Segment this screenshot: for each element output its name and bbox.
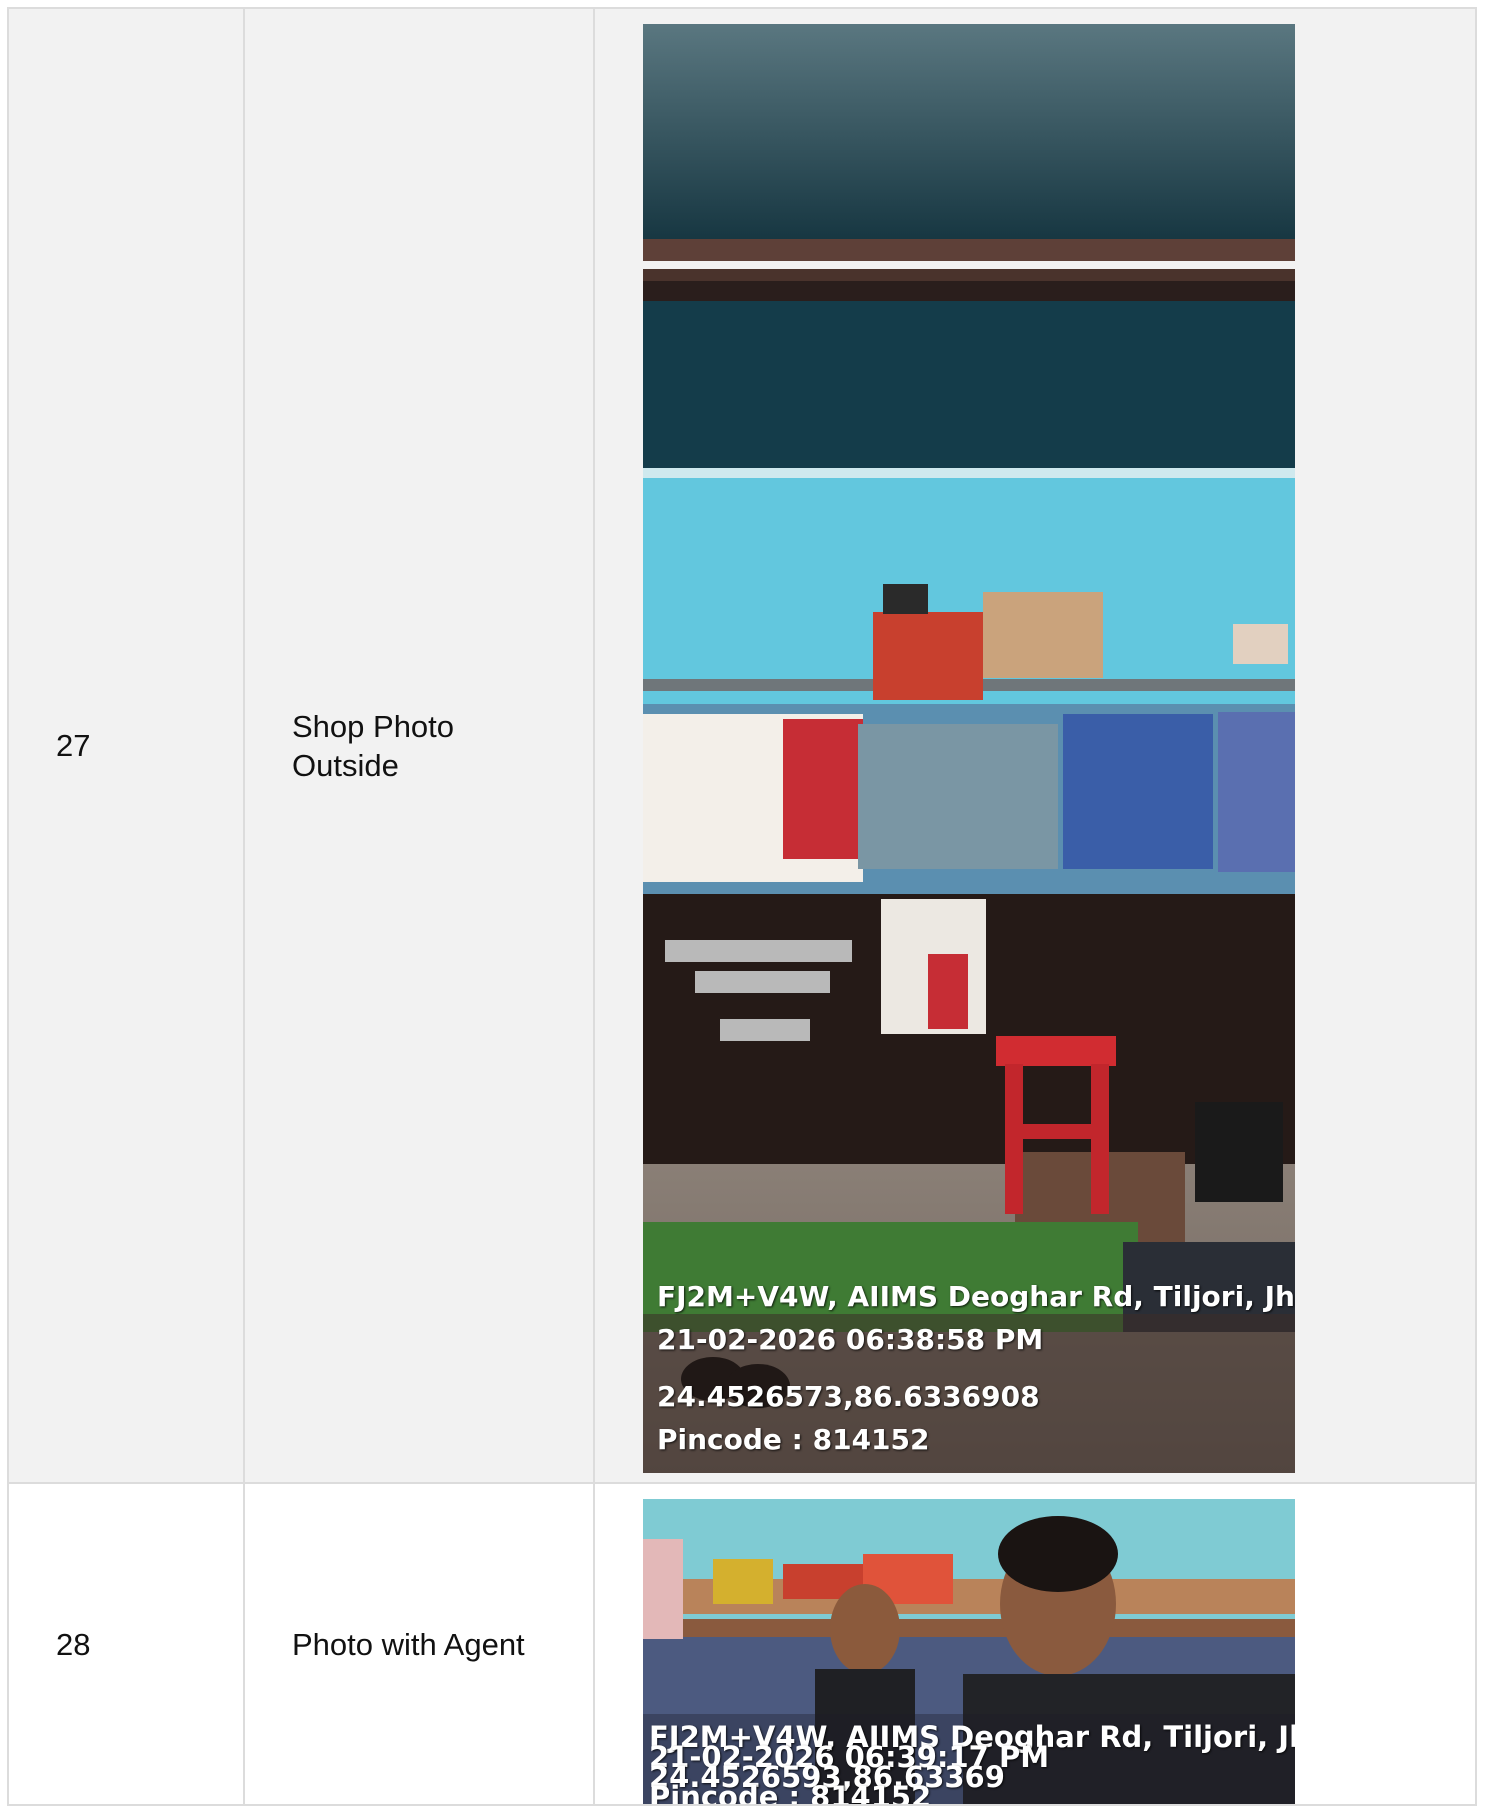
stamp-address: FJ2M+V4W, AIIMS Deoghar Rd, Tiljori, Jha… <box>657 1280 1295 1313</box>
row-label-line: Shop Photo <box>292 708 455 744</box>
row-number: 27 <box>7 7 245 1484</box>
shop-photo-image <box>643 24 1295 1473</box>
row-number: 28 <box>7 1482 245 1806</box>
shop-photo: FJ2M+V4W, AIIMS Deoghar Rd, Tiljori, Jha… <box>643 24 1295 1473</box>
row-photo-cell: FJ2M+V4W, AIIMS Deoghar Rd, Tiljori, Jha… <box>593 7 1477 1484</box>
stamp-pincode: Pincode : 814152 <box>657 1423 930 1456</box>
row-label: Shop Photo Outside <box>243 7 595 1484</box>
geo-stamp: FJ2M+V4W, AIIMS Deoghar Rd, Tiljori, Jha… <box>643 1723 1295 1805</box>
stamp-datetime: 21-02-2026 06:38:58 PM <box>657 1323 1044 1356</box>
row-label: Photo with Agent <box>243 1482 595 1806</box>
document-table: 27 Shop Photo Outside FJ2M+V4W, AIIMS De… <box>7 7 1477 1806</box>
row-photo-cell: FJ2M+V4W, AIIMS Deoghar Rd, Tiljori, Jha… <box>593 1482 1477 1806</box>
row-label-line: Photo with Agent <box>292 1626 525 1662</box>
row-label-line: Outside <box>292 747 399 783</box>
table-row: 28 Photo with Agent FJ2M+V4W, AIIMS Deog… <box>7 1482 1477 1806</box>
geo-stamp: FJ2M+V4W, AIIMS Deoghar Rd, Tiljori, Jha… <box>643 1275 1295 1473</box>
table-row: 27 Shop Photo Outside FJ2M+V4W, AIIMS De… <box>7 7 1477 1484</box>
agent-photo: FJ2M+V4W, AIIMS Deoghar Rd, Tiljori, Jha… <box>643 1499 1295 1804</box>
stamp-coordinates: 24.4526573,86.6336908 <box>657 1380 1040 1413</box>
